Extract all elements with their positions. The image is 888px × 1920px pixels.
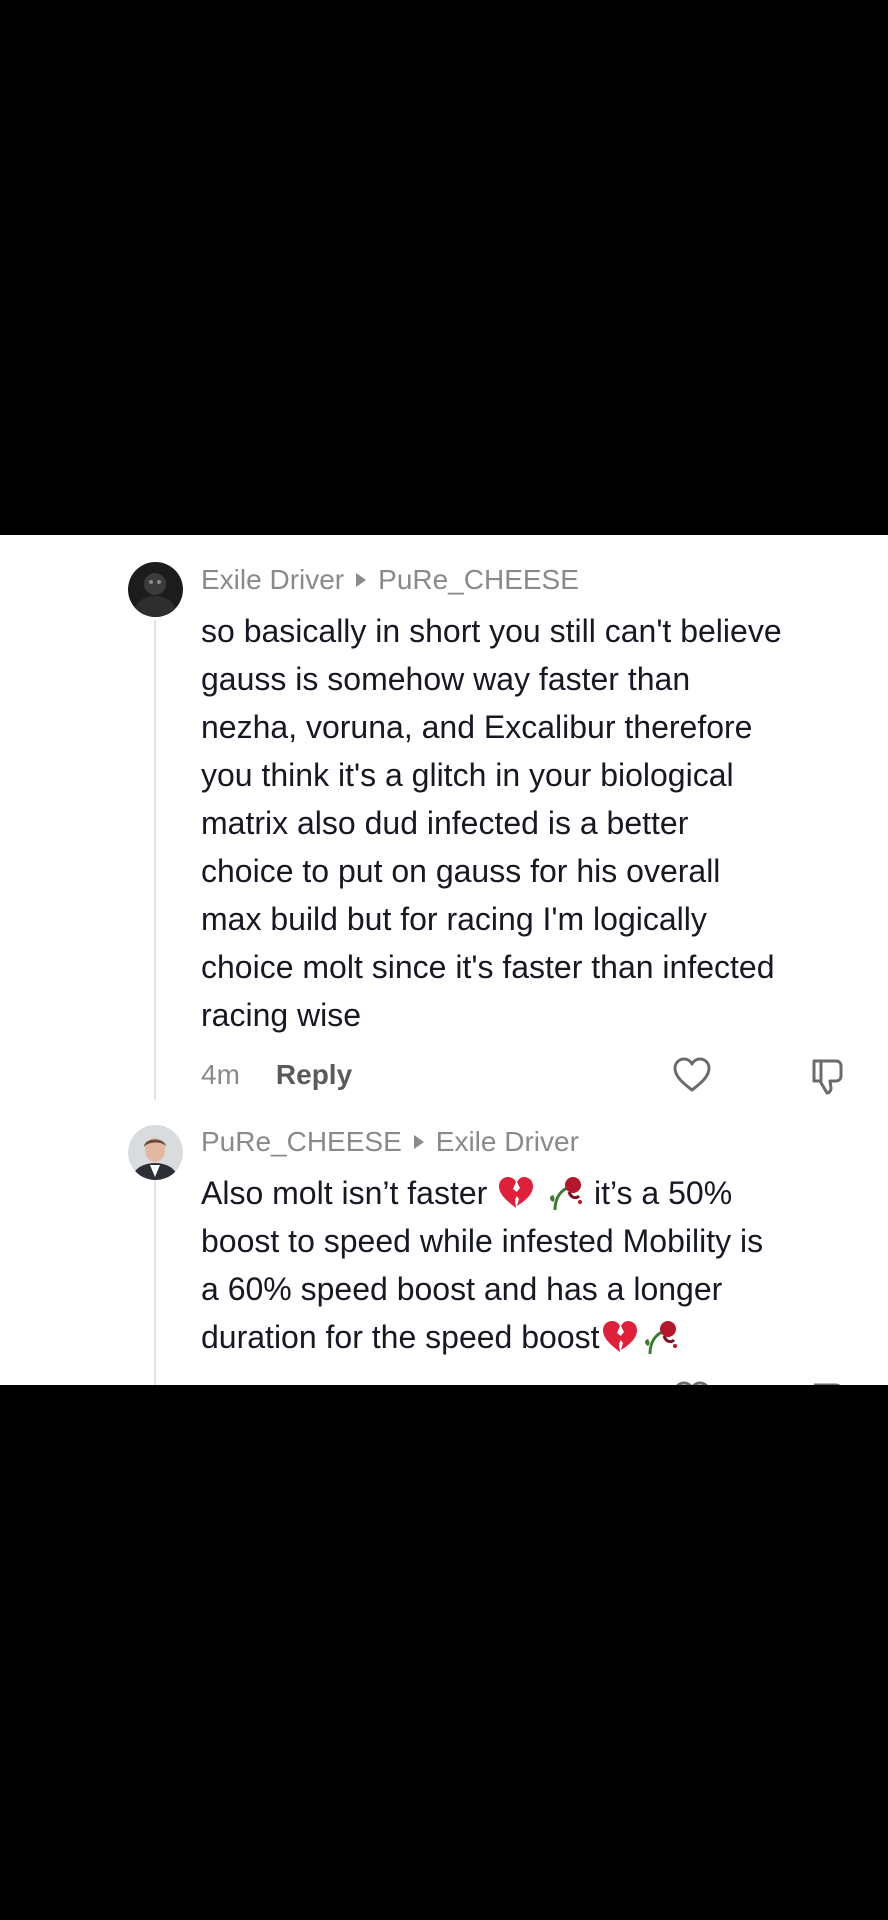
heart-outline-icon (676, 1381, 708, 1385)
dark-character-avatar-icon (128, 562, 183, 617)
reply-button[interactable]: Reply (276, 1059, 352, 1091)
author-name[interactable]: PuRe_CHEESE (201, 1126, 402, 1158)
comment-header: PuRe_CHEESE Exile Driver (201, 1122, 579, 1162)
dislike-button[interactable] (808, 1377, 852, 1385)
comment-line: boost to speed while infested Mobility i… (201, 1223, 764, 1259)
comment-segment: it’s a 50% (585, 1175, 733, 1211)
comment-segment: duration for the speed boost (201, 1319, 600, 1355)
wilted-rose-icon (644, 1321, 677, 1355)
comment-line: Also molt isn’t faster it’s a 50% (201, 1169, 871, 1217)
author-name[interactable]: Exile Driver (201, 564, 344, 596)
comment-segment: Also molt isn’t faster (201, 1175, 497, 1211)
comment-line: choice to put on gauss for his overall (201, 853, 721, 889)
dislike-button[interactable] (808, 1053, 852, 1097)
comment-line: choice molt since it's faster than infec… (201, 949, 775, 985)
reply-arrow-icon (413, 1135, 424, 1149)
comment-line: duration for the speed boost (201, 1313, 871, 1361)
comment-text: so basically in short you still can't be… (201, 607, 871, 1039)
like-button[interactable] (670, 1053, 714, 1097)
comment-text: Also molt isn’t faster it’s a 50% boost … (201, 1169, 871, 1361)
broken-heart-icon (602, 1321, 637, 1352)
comment-actions: 4m Reply (201, 1055, 352, 1095)
reply-to-name[interactable]: PuRe_CHEESE (378, 564, 579, 596)
thumbs-down-outline-icon (814, 1383, 841, 1385)
like-button[interactable] (670, 1377, 714, 1385)
comment-line: a 60% speed boost and has a longer (201, 1271, 723, 1307)
heart-outline-icon (673, 1057, 711, 1092)
thumbs-down-outline-icon (812, 1059, 843, 1095)
comment-header: Exile Driver PuRe_CHEESE (201, 560, 579, 600)
timestamp: 4m (201, 1059, 240, 1090)
comments-panel: Exile Driver PuRe_CHEESE so basically in… (0, 535, 888, 1385)
comment-line: so basically in short you still can't be… (201, 613, 782, 649)
wilted-rose-icon (550, 1177, 583, 1211)
reply-arrow-icon (356, 573, 367, 587)
comment-line: nezha, voruna, and Excalibur therefore (201, 709, 753, 745)
avatar[interactable] (128, 562, 183, 617)
comment-line: matrix also dud infected is a better (201, 805, 689, 841)
person-photo-avatar-icon (128, 1125, 183, 1180)
comment-line: gauss is somehow way faster than (201, 661, 691, 697)
avatar[interactable] (128, 1125, 183, 1180)
broken-heart-icon (499, 1177, 534, 1208)
reply-to-name[interactable]: Exile Driver (436, 1126, 579, 1158)
top-black-area (0, 0, 888, 535)
bottom-black-area (0, 1385, 888, 1920)
comment-line: you think it's a glitch in your biologic… (201, 757, 734, 793)
thread-line-2 (154, 1180, 156, 1385)
comment-line: racing wise (201, 997, 362, 1033)
comment-line: max build but for racing I'm logically (201, 901, 707, 937)
thread-line-1 (154, 620, 156, 1100)
